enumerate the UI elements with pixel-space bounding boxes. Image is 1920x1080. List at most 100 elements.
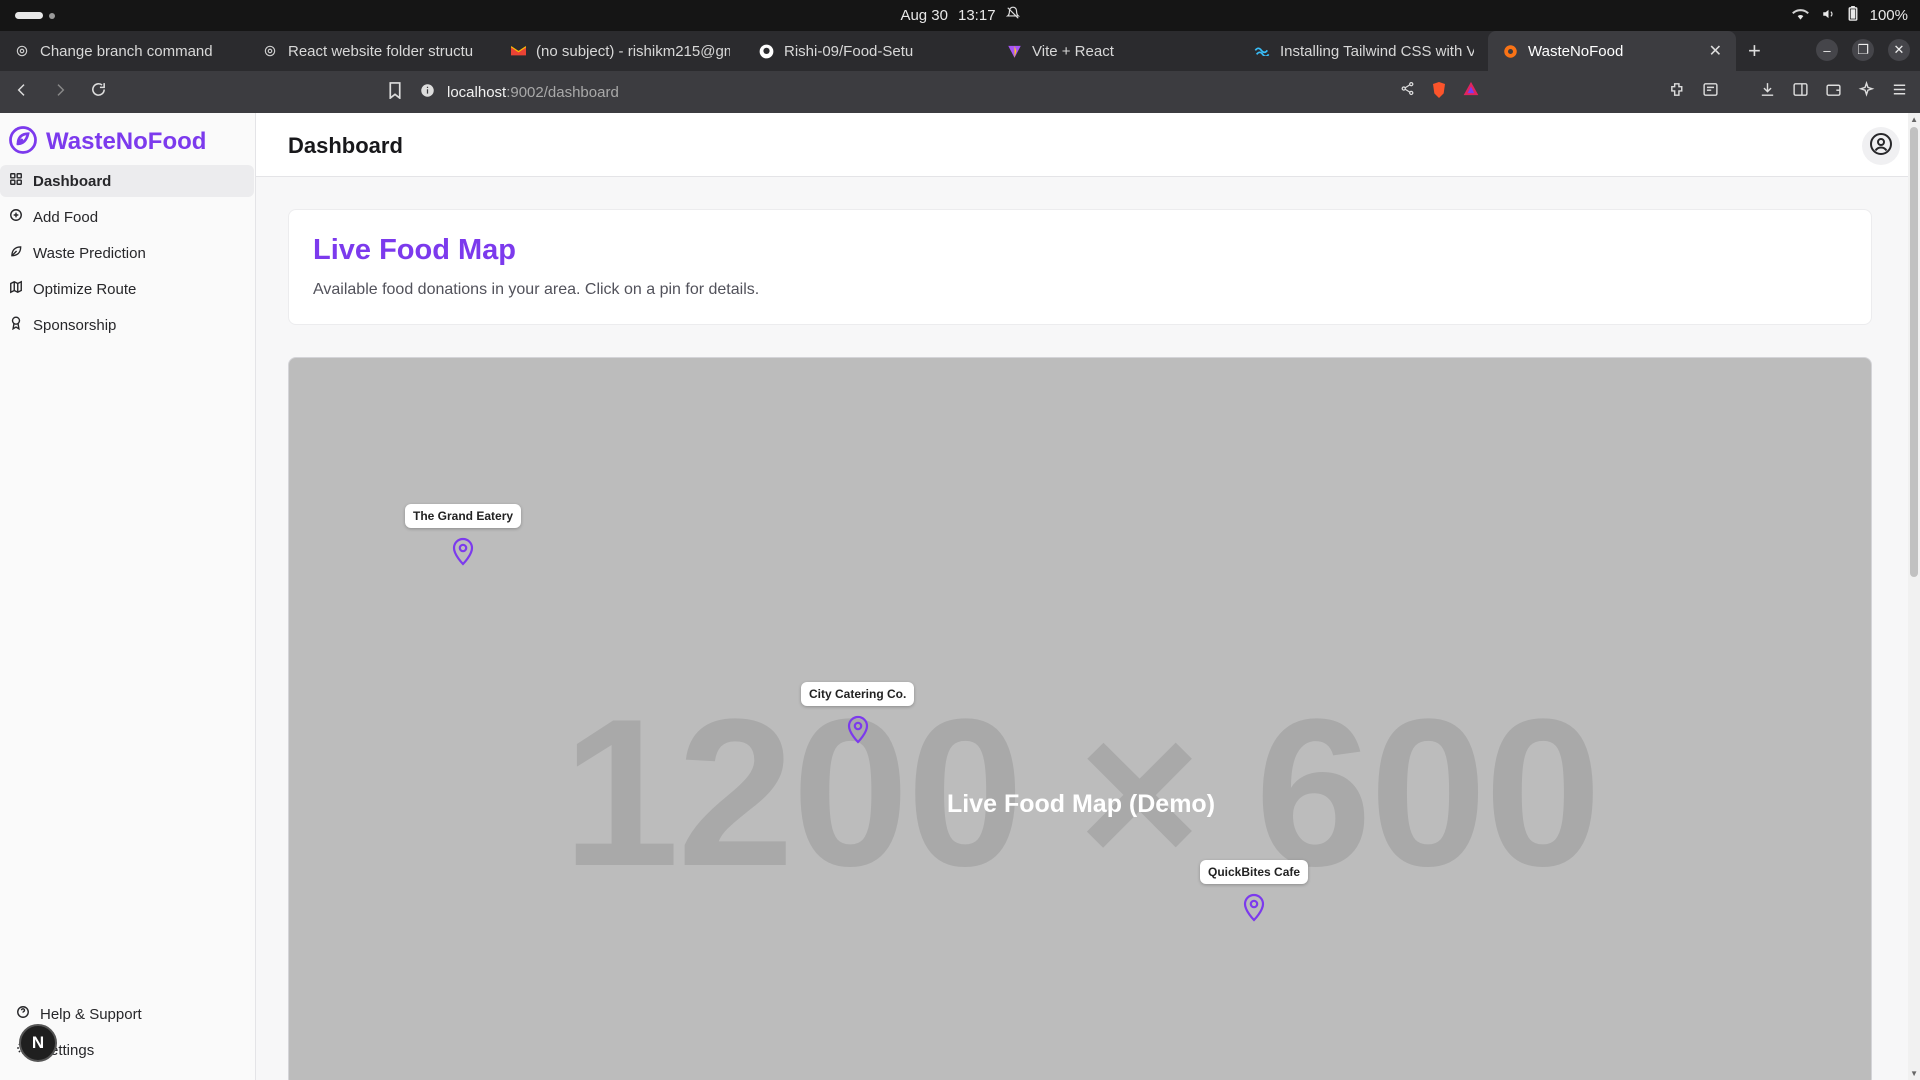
close-tab-icon[interactable]: ✕ (1709, 41, 1722, 61)
battery-level: 100% (1869, 7, 1908, 24)
floating-avatar[interactable]: N (19, 1024, 57, 1062)
live-food-map[interactable]: 1200 × 600 Live Food Map (Demo) The Gran… (288, 357, 1872, 1080)
sidebar-item-label: Dashboard (33, 172, 112, 190)
leo-ai-icon[interactable] (1858, 80, 1875, 103)
page-title: Dashboard (288, 133, 403, 158)
tab-title: Installing Tailwind CSS with V (1280, 42, 1474, 60)
map-icon (9, 280, 23, 298)
map-label: Live Food Map (Demo) (946, 790, 1216, 818)
os-clock[interactable]: Aug 30 13:17 (0, 6, 1920, 24)
brand-name: WasteNoFood (46, 128, 207, 155)
battery-icon (1848, 6, 1858, 25)
wifi-icon (1791, 7, 1809, 25)
tab-title: Change branch command (40, 42, 213, 60)
award-icon (9, 316, 23, 334)
wallet-icon[interactable] (1825, 81, 1842, 103)
reload-button[interactable] (90, 81, 107, 103)
scrollbar-thumb[interactable] (1910, 127, 1918, 577)
tab-title: (no subject) - rishikm215@gm (536, 42, 730, 60)
forward-button[interactable] (52, 82, 68, 103)
sidebar-item-add-food[interactable]: Add Food (0, 201, 254, 233)
minimize-button[interactable]: – (1816, 39, 1838, 61)
notifications-muted-icon (1005, 6, 1020, 24)
grid-icon (9, 172, 23, 190)
map-pin-icon (1242, 892, 1266, 927)
plus-circle-icon (9, 208, 23, 226)
back-button[interactable] (14, 82, 30, 103)
sidebar-item-waste-prediction[interactable]: Waste Prediction (0, 237, 254, 269)
leaf-icon (9, 244, 23, 262)
openai-icon (14, 43, 30, 59)
tab-change-branch-command[interactable]: Change branch command (0, 31, 248, 71)
map-pin-city-catering-co[interactable]: City Catering Co. (801, 682, 915, 749)
tab-title: WasteNoFood (1528, 42, 1624, 60)
tailwind-icon (1254, 43, 1270, 59)
volume-icon (1821, 7, 1836, 25)
os-date: Aug 30 (900, 6, 948, 24)
pin-label: The Grand Eatery (405, 504, 522, 528)
map-pin-icon (451, 536, 475, 571)
maximize-button[interactable]: ❐ (1852, 39, 1874, 61)
user-menu-button[interactable] (1862, 127, 1900, 165)
extensions-icon[interactable] (1669, 81, 1686, 103)
url-bar[interactable]: localhost:9002/dashboard (420, 78, 1550, 106)
user-circle-icon (1869, 132, 1893, 161)
browser-menu-actions (1669, 80, 1908, 103)
os-time: 13:17 (958, 6, 996, 24)
gmail-icon (510, 43, 526, 59)
tab-tailwind-install[interactable]: Installing Tailwind CSS with V (1240, 31, 1488, 71)
window-controls: – ❐ ✕ (1816, 39, 1910, 61)
sidebar-toggle-icon[interactable] (1792, 81, 1809, 103)
brave-rewards-icon[interactable] (1463, 81, 1479, 104)
pin-label: QuickBites Cafe (1200, 860, 1309, 884)
scroll-down-icon[interactable]: ▼ (1910, 1069, 1918, 1078)
os-top-bar: Aug 30 13:17 100% (0, 0, 1920, 31)
bookmark-icon[interactable] (388, 82, 402, 104)
brave-shields-icon[interactable] (1431, 81, 1447, 104)
menu-icon[interactable] (1891, 81, 1908, 103)
new-tab-button[interactable]: + (1748, 38, 1761, 64)
github-icon (758, 43, 774, 59)
card-subtitle: Available food donations in your area. C… (313, 281, 760, 298)
map-pin-icon (846, 714, 870, 749)
scroll-up-icon[interactable]: ▲ (1910, 115, 1918, 124)
tab-gmail[interactable]: (no subject) - rishikm215@gm (496, 31, 744, 71)
tab-vite-react[interactable]: Vite + React (992, 31, 1240, 71)
site-info-icon[interactable] (420, 83, 435, 102)
reader-mode-icon[interactable] (1702, 81, 1719, 103)
sidebar-item-sponsorship[interactable]: Sponsorship (0, 309, 254, 341)
map-pin-the-grand-eatery[interactable]: The Grand Eatery (405, 504, 522, 571)
page-scrollbar[interactable]: ▲ ▼ (1908, 113, 1920, 1080)
tab-github-repo[interactable]: Rishi-09/Food-Setu (744, 31, 992, 71)
sidebar-item-label: Sponsorship (33, 316, 117, 334)
tab-react-folder-structure[interactable]: React website folder structu (248, 31, 496, 71)
sidebar-item-label: Waste Prediction (33, 244, 146, 262)
browser-toolbar: localhost:9002/dashboard (0, 71, 1920, 113)
brand[interactable]: WasteNoFood (0, 113, 255, 161)
sidebar: WasteNoFood Dashboard Add Food Waste Pre… (0, 113, 256, 1080)
map-pin-quickbites-cafe[interactable]: QuickBites Cafe (1200, 860, 1309, 927)
sidebar-nav: Dashboard Add Food Waste Prediction Opti… (0, 165, 255, 341)
downloads-icon[interactable] (1759, 81, 1776, 103)
url-host: localhost (447, 83, 507, 101)
tab-wastenofood[interactable]: WasteNoFood ✕ (1488, 31, 1736, 71)
live-food-map-card: Live Food Map Available food donations i… (288, 209, 1872, 325)
sidebar-item-optimize-route[interactable]: Optimize Route (0, 273, 254, 305)
sidebar-item-label: Optimize Route (33, 280, 137, 298)
os-status-area[interactable]: 100% (1791, 6, 1908, 25)
app-icon (1502, 43, 1518, 59)
toolbar-actions (1400, 81, 1479, 104)
url-path: :9002/dashboard (506, 83, 619, 101)
sidebar-item-dashboard[interactable]: Dashboard (0, 165, 254, 197)
tab-title: Rishi-09/Food-Setu (784, 42, 914, 60)
page-header: Dashboard (256, 113, 1908, 177)
browser-tab-bar: Change branch command React website fold… (0, 31, 1920, 71)
vite-icon (1006, 43, 1022, 59)
openai-icon (262, 43, 278, 59)
tab-title: React website folder structu (288, 42, 474, 60)
share-icon[interactable] (1400, 81, 1415, 104)
close-window-button[interactable]: ✕ (1888, 39, 1910, 61)
help-icon (16, 1005, 30, 1023)
pin-label: City Catering Co. (801, 682, 915, 706)
sidebar-item-label: Add Food (33, 208, 99, 226)
